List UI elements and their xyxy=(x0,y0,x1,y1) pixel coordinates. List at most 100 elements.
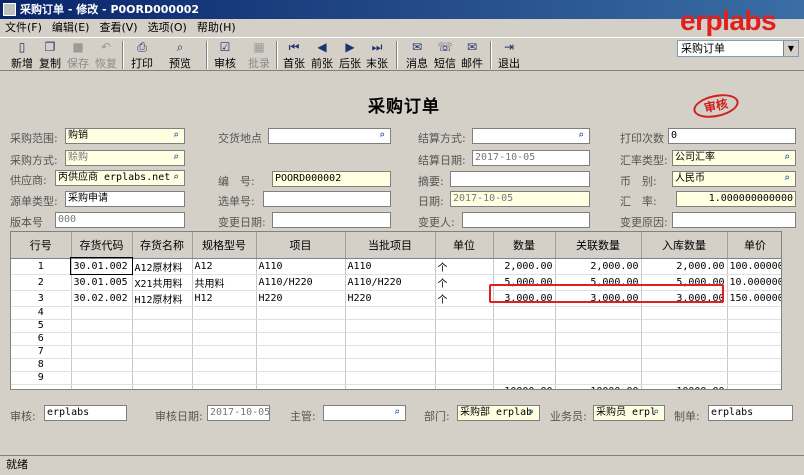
column-header[interactable]: 当批项目 xyxy=(345,232,436,259)
sms-button[interactable]: ☏ 短信 xyxy=(433,40,457,71)
grid-cell[interactable]: 个 xyxy=(435,290,494,307)
grid-cell[interactable] xyxy=(192,358,257,372)
grid-cell[interactable]: H220 xyxy=(345,290,436,307)
grid-cell[interactable] xyxy=(192,345,257,359)
grid-cell[interactable] xyxy=(555,332,642,346)
grid-cell[interactable] xyxy=(345,332,436,346)
grid-cell[interactable] xyxy=(435,358,494,372)
grid-cell[interactable] xyxy=(493,345,556,359)
grid-cell[interactable] xyxy=(192,332,257,346)
grid-cell[interactable]: 100.000000 xyxy=(727,258,781,275)
table-row[interactable]: 5 xyxy=(11,319,781,333)
bill-type-select[interactable]: 采购订单 ▼ xyxy=(677,40,799,57)
summary-field[interactable] xyxy=(450,171,590,187)
grid-cell[interactable] xyxy=(71,371,133,385)
grid-cell[interactable] xyxy=(493,306,556,320)
grid-cell[interactable]: H12 xyxy=(192,290,257,307)
grid-cell[interactable] xyxy=(132,358,193,372)
save-button[interactable]: ■ 保存 xyxy=(66,40,90,71)
detail-grid[interactable]: 行号 存货代码 存货名称 规格型号 项目 当批项目 单位 数量 关联数量 入库数量 单价 1 30.0… xyxy=(10,231,782,390)
column-header[interactable]: 规格型号 xyxy=(192,232,257,259)
settle-date-field[interactable]: 2017-10-05 xyxy=(472,150,590,166)
grid-cell[interactable]: 个 xyxy=(435,258,494,275)
cg-method-field[interactable]: 赊购 ⌕ xyxy=(65,150,185,166)
grid-cell[interactable] xyxy=(132,332,193,346)
grid-cell[interactable] xyxy=(555,345,642,359)
grid-cell[interactable] xyxy=(555,358,642,372)
grid-cell[interactable] xyxy=(641,345,728,359)
lookup-icon[interactable]: ⌕ xyxy=(780,151,794,165)
grid-cell[interactable] xyxy=(256,306,346,320)
grid-cell[interactable] xyxy=(132,306,193,320)
table-row[interactable]: 9 xyxy=(11,371,781,385)
column-header[interactable]: 行号 xyxy=(11,232,72,259)
grid-cell[interactable] xyxy=(493,332,556,346)
grid-cell[interactable] xyxy=(71,306,133,320)
table-row[interactable]: 4 xyxy=(11,306,781,320)
grid-cell[interactable]: 30.01.002 xyxy=(70,257,133,275)
rate-type-field[interactable]: 公司汇率 ⌕ xyxy=(672,150,796,166)
delivery-place-field[interactable]: ⌕ xyxy=(268,128,391,144)
grid-cell[interactable] xyxy=(435,371,494,385)
grid-cell[interactable] xyxy=(256,345,346,359)
new-button[interactable]: ▯ 新增 xyxy=(10,40,34,71)
dept-field[interactable]: 采购部 erplab ⌕ xyxy=(457,405,540,421)
grid-cell[interactable] xyxy=(345,371,436,385)
grid-cell[interactable]: A110/H220 xyxy=(256,274,346,291)
grid-cell[interactable] xyxy=(641,371,728,385)
grid-cell[interactable] xyxy=(132,319,193,333)
grid-cell[interactable] xyxy=(256,358,346,372)
lookup-icon[interactable]: ⌕ xyxy=(649,406,663,420)
grid-cell[interactable]: A12原材料 xyxy=(132,258,193,275)
last-button[interactable]: ⏭ 末张 xyxy=(365,40,389,71)
lookup-icon[interactable]: ⌕ xyxy=(375,129,389,143)
grid-cell[interactable]: H220 xyxy=(256,290,346,307)
chevron-down-icon[interactable]: ▼ xyxy=(783,41,798,56)
grid-cell[interactable] xyxy=(435,345,494,359)
undo-button[interactable]: ↶ 恢复 xyxy=(94,40,118,71)
print-button[interactable]: ⎙ 打印 xyxy=(130,40,154,71)
grid-cell[interactable] xyxy=(727,332,781,346)
grid-cell[interactable] xyxy=(641,358,728,372)
menu-options[interactable]: 选项(O) xyxy=(143,19,192,37)
audit-date-field[interactable]: 2017-10-05 xyxy=(207,405,270,421)
grid-cell[interactable] xyxy=(493,319,556,333)
lookup-icon[interactable]: ⌕ xyxy=(574,129,588,143)
grid-cell[interactable]: 个 xyxy=(435,274,494,291)
grid-cell[interactable] xyxy=(727,358,781,372)
bill-no-field[interactable]: POORD000002 xyxy=(272,171,391,187)
grid-cell[interactable]: A110 xyxy=(256,258,346,275)
grid-cell[interactable] xyxy=(345,358,436,372)
grid-cell[interactable] xyxy=(435,306,494,320)
grid-cell[interactable] xyxy=(555,371,642,385)
lookup-icon[interactable]: ⌕ xyxy=(780,172,794,186)
grid-cell[interactable] xyxy=(555,306,642,320)
grid-cell[interactable]: H12原材料 xyxy=(132,290,193,307)
print-count-field[interactable]: 0 xyxy=(668,128,796,144)
grid-cell[interactable] xyxy=(555,319,642,333)
mail-button[interactable]: ✉ 邮件 xyxy=(460,40,484,71)
manager-field[interactable]: ⌕ xyxy=(323,405,406,421)
grid-cell[interactable] xyxy=(256,371,346,385)
menu-view[interactable]: 查看(V) xyxy=(94,19,142,37)
grid-cell[interactable]: 2,000.00 xyxy=(555,258,642,275)
changer-field[interactable] xyxy=(462,212,590,228)
grid-cell[interactable] xyxy=(256,332,346,346)
prev-button[interactable]: ◀ 前张 xyxy=(310,40,334,71)
column-header[interactable]: 存货名称 xyxy=(132,232,193,259)
grid-cell[interactable]: A110/H220 xyxy=(345,274,436,291)
grid-cell[interactable] xyxy=(71,332,133,346)
column-header[interactable]: 数量 xyxy=(493,232,556,259)
rate-field[interactable]: 1.000000000000 xyxy=(676,191,796,207)
grid-cell[interactable] xyxy=(435,332,494,346)
src-type-field[interactable]: 采购申请 xyxy=(65,191,185,207)
approve-button[interactable]: ☑ 审核 xyxy=(213,40,237,71)
menu-file[interactable]: 文件(F) xyxy=(0,19,47,37)
grid-cell[interactable] xyxy=(435,319,494,333)
grid-cell[interactable]: A110 xyxy=(345,258,436,275)
change-date-field[interactable] xyxy=(272,212,391,228)
lookup-icon[interactable]: ⌕ xyxy=(524,406,538,420)
menu-help[interactable]: 帮助(H) xyxy=(192,19,241,37)
first-button[interactable]: ⏮ 首张 xyxy=(282,40,306,71)
grid-cell[interactable] xyxy=(493,371,556,385)
